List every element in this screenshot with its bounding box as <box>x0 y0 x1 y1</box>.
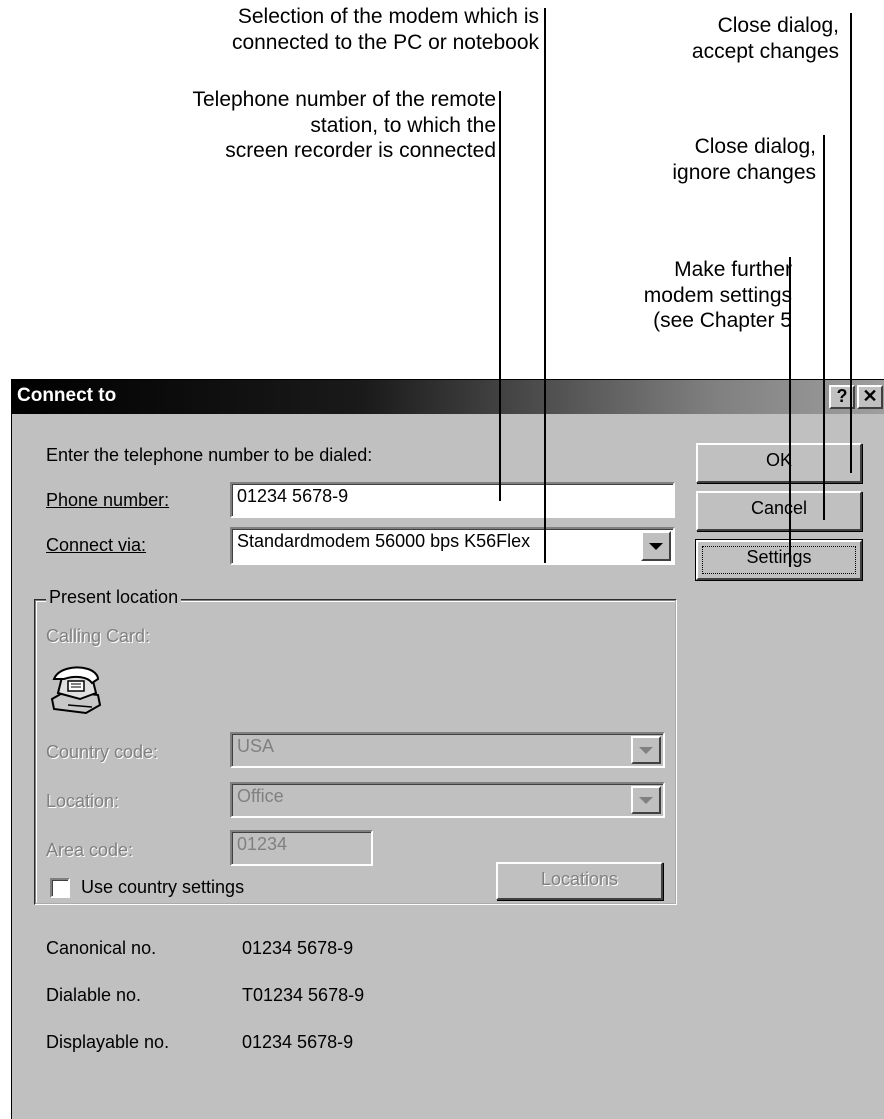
dialog-title: Connect to <box>17 385 117 406</box>
cancel-button[interactable]: Cancel <box>696 491 862 531</box>
annotation-modem-line2: connected to the PC or notebook <box>231 30 539 54</box>
leader-line-ok <box>850 13 852 473</box>
leader-line-modem <box>544 8 546 563</box>
country-code-label: Country code: <box>46 742 159 762</box>
phone-number-label-text: Phone number: <box>46 490 170 510</box>
use-country-checkbox[interactable] <box>50 878 70 898</box>
country-code-dropdown-arrow[interactable] <box>631 736 661 764</box>
annotation-phone-line3: screen recorder is connected <box>225 139 496 162</box>
settings-button[interactable]: Settings <box>696 540 862 580</box>
country-code-select[interactable]: USA <box>230 732 665 768</box>
country-code-value: USA <box>237 736 275 756</box>
annotation-cancel: Close dialog, ignore changes <box>672 134 816 185</box>
annotation-modem-line1: Selection of the modem which is <box>237 5 539 28</box>
annotation-phone-line2: station, to which the <box>310 113 496 137</box>
annotation-cancel-line2: ignore changes <box>672 160 816 184</box>
canonical-label: Canonical no. <box>46 938 157 958</box>
annotation-ok-line2: accept changes <box>691 39 839 63</box>
calling-card-label: Calling Card: <box>46 626 151 646</box>
chevron-down-icon <box>649 542 663 550</box>
leader-line-phone <box>499 91 501 501</box>
chevron-down-icon <box>639 746 653 754</box>
annotation-phone: Telephone number of the remote station, … <box>192 87 496 164</box>
leader-line-cancel <box>823 135 825 520</box>
annotation-ok-line1: Close dialog, <box>717 14 839 37</box>
connect-via-label: Connect via: <box>46 535 146 556</box>
connect-via-dropdown-arrow[interactable] <box>641 531 671 561</box>
location-dropdown-arrow[interactable] <box>631 786 661 814</box>
phone-prompt: Enter the telephone number to be dialed: <box>46 445 373 465</box>
annotation-ok: Close dialog, accept changes <box>692 13 839 64</box>
annotation-cancel-line1: Close dialog, <box>694 135 816 158</box>
area-code-input[interactable]: 01234 <box>230 830 373 866</box>
title-bar[interactable]: Connect to ? ✕ <box>12 380 884 414</box>
annotation-settings-line1: Make further <box>674 258 792 281</box>
location-label: Location: <box>46 791 120 811</box>
phone-number-label: Phone number: <box>46 490 169 511</box>
chevron-down-icon <box>639 796 653 804</box>
area-code-label: Area code: <box>46 840 134 860</box>
location-value: Office <box>237 786 284 806</box>
leader-line-settings <box>789 257 791 567</box>
displayable-label: Displayable no. <box>46 1032 170 1052</box>
present-location-legend: Present location <box>46 587 182 608</box>
connect-via-label-text: Connect via: <box>46 535 147 555</box>
displayable-value: 01234 5678-9 <box>242 1032 354 1052</box>
connect-via-value: Standardmodem 56000 bps K56Flex <box>237 531 531 551</box>
connect-dialog: Connect to ? ✕ Enter the telephone numbe… <box>11 379 884 1119</box>
phone-number-input[interactable]: 01234 5678-9 <box>230 482 675 518</box>
ok-button[interactable]: OK <box>696 443 862 483</box>
focus-rectangle <box>702 546 856 574</box>
locations-button[interactable]: Locations <box>496 862 663 900</box>
annotation-settings-line3: (see Chapter 5 <box>653 309 792 332</box>
close-icon[interactable]: ✕ <box>857 385 883 409</box>
dialable-label: Dialable no. <box>46 985 142 1005</box>
annotation-phone-line1: Telephone number of the remote <box>192 88 496 111</box>
location-select[interactable]: Office <box>230 782 665 818</box>
connect-via-select[interactable]: Standardmodem 56000 bps K56Flex <box>230 527 675 565</box>
use-country-label: Use country settings <box>81 877 245 897</box>
telephone-icon <box>50 666 102 715</box>
canonical-value: 01234 5678-9 <box>242 938 354 958</box>
annotation-settings-line2: modem settings <box>643 283 792 307</box>
annotation-modem: Selection of the modem which is connecte… <box>232 4 539 55</box>
dialable-value: T01234 5678-9 <box>242 985 365 1005</box>
annotation-settings: Make further modem settings (see Chapter… <box>644 257 792 334</box>
